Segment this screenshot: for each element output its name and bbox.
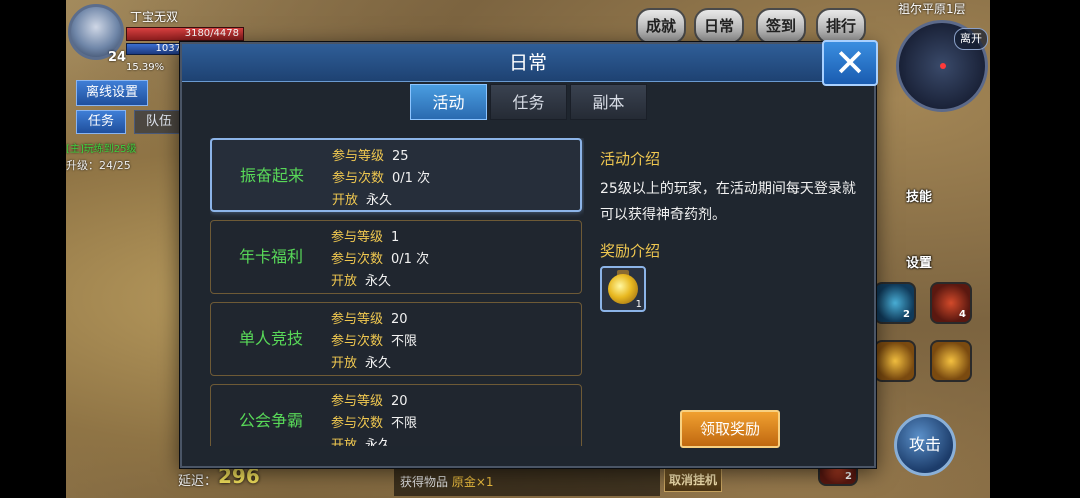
activity-row[interactable]: 年卡福利 参与等级 1 参与次数 0/1 次 开放 永久 [210,220,582,294]
activity-info: 参与等级 20 参与次数 不限 开放 永久 [331,391,417,446]
open-label: 开放 [332,193,359,208]
activity-name: 振奋起来 [239,166,304,185]
leave-button[interactable]: 离开 [954,28,988,50]
skills-label[interactable]: 技能 [906,186,932,205]
task-tab-button[interactable]: 任务 [76,110,126,134]
activity-row[interactable]: 单人竞技 参与等级 20 参与次数 不限 开放 永久 [210,302,582,376]
open-label: 开放 [331,274,358,289]
activity-info: 参与等级 25 参与次数 0/1 次 开放 永久 [332,146,430,212]
latency-label: 延迟： [178,474,218,489]
exp-percent: 15.39% [126,62,165,73]
tab-dungeons[interactable]: 副本 [570,84,647,120]
daily-button[interactable]: 日常 [694,8,744,44]
quest-tracker-title[interactable]: [主]玩练到25级 [66,140,137,155]
level-value: 20 [391,394,408,409]
letterbox-right [990,0,1080,498]
activity-info: 参与等级 1 参与次数 0/1 次 开放 永久 [331,227,429,293]
loot-prefix: 获得物品 [400,475,449,489]
cancel-autoplay-button[interactable]: 取消挂机 [664,468,722,492]
times-label: 参与次数 [331,252,384,267]
times-label: 参与次数 [331,334,384,349]
open-label: 开放 [331,356,358,371]
attack-button[interactable]: 攻击 [894,414,956,476]
settings-label[interactable]: 设置 [906,252,932,271]
level-value: 1 [391,230,400,245]
activity-row[interactable]: 振奋起来 参与等级 25 参与次数 0/1 次 开放 永久 [210,138,582,212]
map-name: 祖尔平原1层 [898,2,966,16]
activity-row[interactable]: 公会争霸 参与等级 20 参与次数 不限 开放 永久 [210,384,582,446]
achievement-button[interactable]: 成就 [636,8,686,44]
ranking-button[interactable]: 排行 [816,8,866,44]
level-label: 参与等级 [331,230,384,245]
skill-slot-2-icon[interactable]: 4 [930,282,972,324]
loot-message: 获得物品 原金×1 [394,466,660,496]
activity-name: 单人竞技 [238,329,303,348]
claim-reward-button[interactable]: 领取奖励 [680,410,780,448]
open-label: 开放 [331,438,358,446]
tab-activities[interactable]: 活动 [410,84,487,120]
skill-slot-3-icon[interactable] [874,340,916,382]
times-value: 0/1 次 [391,252,430,267]
activity-name: 公会争霸 [238,411,303,430]
player-marker-icon [940,63,946,69]
level-value: 20 [391,312,408,327]
mp-bar: 1037 [126,43,184,55]
signin-button[interactable]: 签到 [756,8,806,44]
open-value: 永久 [365,274,392,289]
open-value: 永久 [365,356,392,371]
close-icon[interactable]: ✕ [822,40,878,86]
level-label: 参与等级 [331,312,384,327]
potion-icon [608,274,638,304]
times-value: 0/1 次 [392,171,431,186]
activity-info: 参与等级 20 参与次数 不限 开放 永久 [331,309,417,375]
dialog-title: 日常 [508,52,547,74]
loot-item: 原金×1 [451,475,494,489]
activity-description-title: 活动介绍 [600,150,661,168]
activity-name: 年卡福利 [238,247,303,266]
offline-settings-button[interactable]: 离线设置 [76,80,148,106]
player-name: 丁宝无双 [130,10,179,24]
level-label: 参与等级 [331,394,384,409]
reward-count: 1 [635,299,642,310]
open-value: 永久 [365,438,392,446]
dialog-tabs: 活动 任务 副本 [410,84,647,120]
letterbox-left [0,0,66,498]
times-label: 参与次数 [331,416,384,431]
skill-slot-1-icon[interactable]: 2 [874,282,916,324]
reward-title: 奖励介绍 [600,242,661,260]
level-label: 参与等级 [332,149,385,164]
daily-dialog: 日常 活动 任务 副本 振奋起来 参与等级 25 参与次数 0/1 次 开放 永久 年… [180,42,876,468]
times-value: 不限 [391,334,418,349]
open-value: 永久 [366,193,393,208]
reward-item-slot[interactable]: 1 [600,266,646,312]
activity-description: 25级以上的玩家，在活动期间每天登录就可以获得神奇药剂。 [600,181,856,223]
team-tab-button[interactable]: 队伍 [134,110,184,134]
activity-list[interactable]: 振奋起来 参与等级 25 参与次数 0/1 次 开放 永久 年卡福利 参与等级 1 参与… [210,138,584,446]
times-value: 不限 [391,416,418,431]
quest-tracker-progress: 升级：24/25 [66,159,131,172]
skill-slot-4-icon[interactable] [930,340,972,382]
hp-bar: 3180/4478 [126,27,244,41]
level-value: 25 [392,149,409,164]
tab-tasks[interactable]: 任务 [490,84,567,120]
times-label: 参与次数 [332,171,385,186]
